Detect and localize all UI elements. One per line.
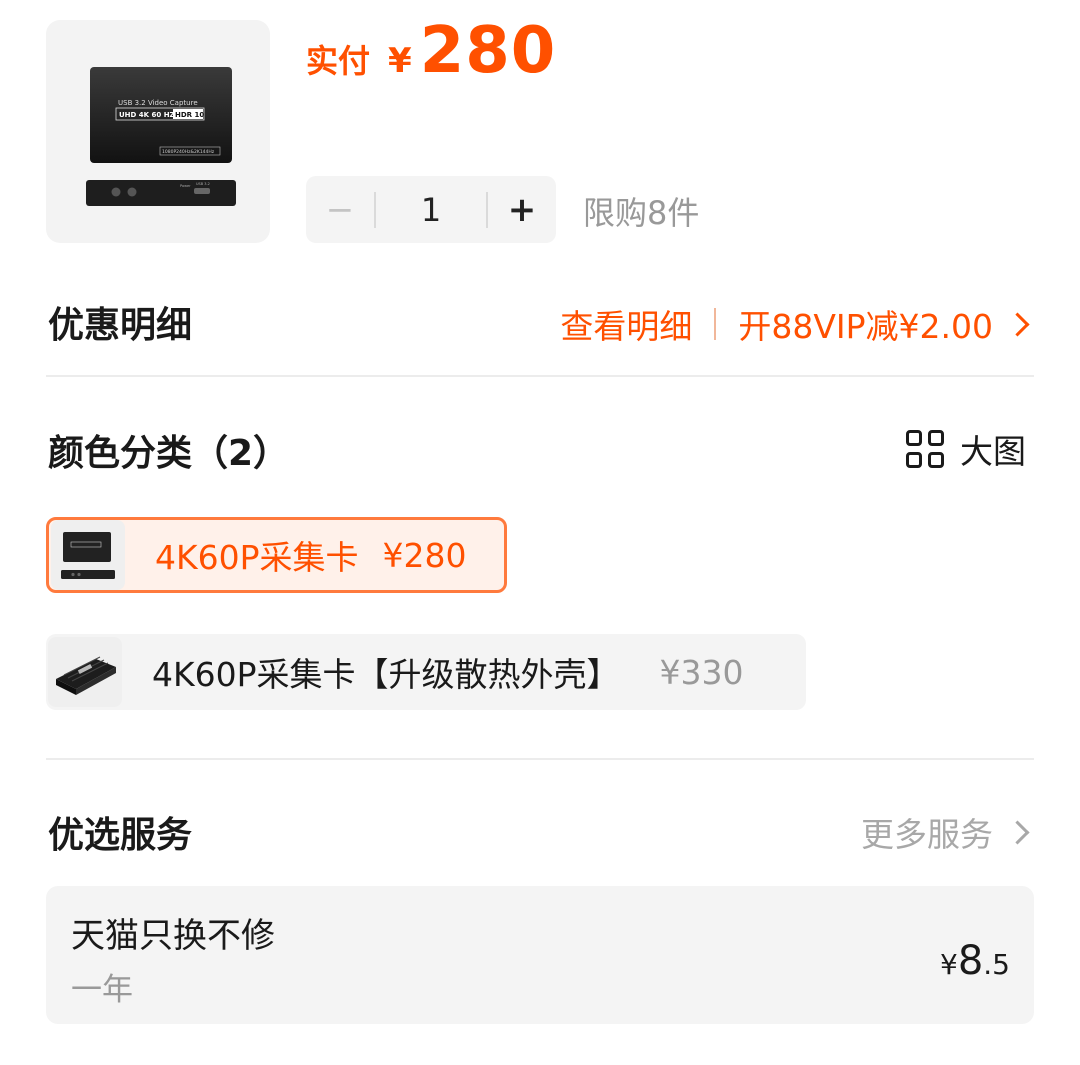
sku-price: ¥330	[659, 652, 744, 692]
discount-divider	[714, 308, 717, 340]
more-services-link[interactable]: 更多服务	[861, 808, 1030, 856]
purchase-limit: 限购8件	[583, 194, 700, 232]
section-divider	[46, 758, 1034, 760]
capture-card-image	[61, 532, 115, 579]
currency-symbol: ¥	[388, 41, 412, 81]
quantity-stepper: − 1 +	[306, 176, 556, 243]
discount-title: 优惠明细	[48, 305, 193, 346]
sku-name: 4K60P采集卡	[155, 538, 359, 577]
service-period: 一年	[71, 972, 133, 1008]
svg-text:1080P240Hz&2K144Hz: 1080P240Hz&2K144Hz	[162, 149, 215, 155]
chevron-right-icon[interactable]	[1005, 311, 1030, 337]
sku-option-selected[interactable]: 4K60P采集卡 ¥280	[46, 517, 507, 593]
capture-card-heatsink-image	[56, 656, 116, 695]
vip-offer-link[interactable]: 开88VIP减¥2.00	[738, 300, 993, 348]
view-detail-link[interactable]: 查看明细	[560, 300, 692, 348]
sku-option[interactable]: 4K60P采集卡【升级散热外壳】 ¥330	[46, 634, 806, 710]
svg-text:HDR 10: HDR 10	[175, 111, 204, 119]
color-category-title: 颜色分类（2）	[48, 433, 290, 474]
svg-text:Power: Power	[180, 184, 191, 188]
price-value: 280	[419, 14, 557, 88]
svg-text:UHD 4K 60 HZ: UHD 4K 60 HZ	[119, 111, 175, 119]
sku-price: ¥280	[382, 535, 467, 575]
paid-label: 实付	[306, 42, 371, 80]
chevron-right-icon	[1005, 819, 1030, 845]
quantity-value[interactable]: 1	[376, 191, 486, 229]
service-price: ¥ 8 .5	[940, 938, 1010, 984]
more-services-label: 更多服务	[861, 815, 993, 854]
service-price-integer: 8	[957, 938, 984, 984]
sku-thumbnail	[48, 637, 122, 707]
service-item[interactable]: 天猫只换不修 一年 ¥ 8 .5	[46, 886, 1034, 1024]
capture-card-image: USB 3.2 Video Capture UHD 4K 60 HZ HDR 1…	[86, 67, 236, 206]
discount-detail: 查看明细 开88VIP减¥2.00	[560, 300, 1030, 348]
sku-thumbnail	[51, 520, 125, 590]
service-name: 天猫只换不修	[71, 916, 275, 956]
paid-price: 实付 ¥ 280	[306, 14, 556, 94]
service-currency: ¥	[940, 948, 958, 981]
service-price-decimal: .5	[983, 948, 1010, 981]
services-title: 优选服务	[48, 815, 193, 856]
big-image-toggle[interactable]: 大图	[906, 425, 1026, 473]
increase-button[interactable]: +	[488, 176, 556, 243]
big-image-label: 大图	[960, 432, 1026, 471]
product-thumbnail[interactable]: USB 3.2 Video Capture UHD 4K 60 HZ HDR 1…	[46, 20, 270, 243]
decrease-button[interactable]: −	[306, 176, 374, 243]
grid-icon	[906, 430, 944, 468]
svg-text:USB 3.2 Video Capture: USB 3.2 Video Capture	[118, 99, 198, 107]
sku-name: 4K60P采集卡【升级散热外壳】	[152, 655, 620, 694]
section-divider	[46, 375, 1034, 377]
svg-text:USB 3.2: USB 3.2	[196, 182, 210, 186]
